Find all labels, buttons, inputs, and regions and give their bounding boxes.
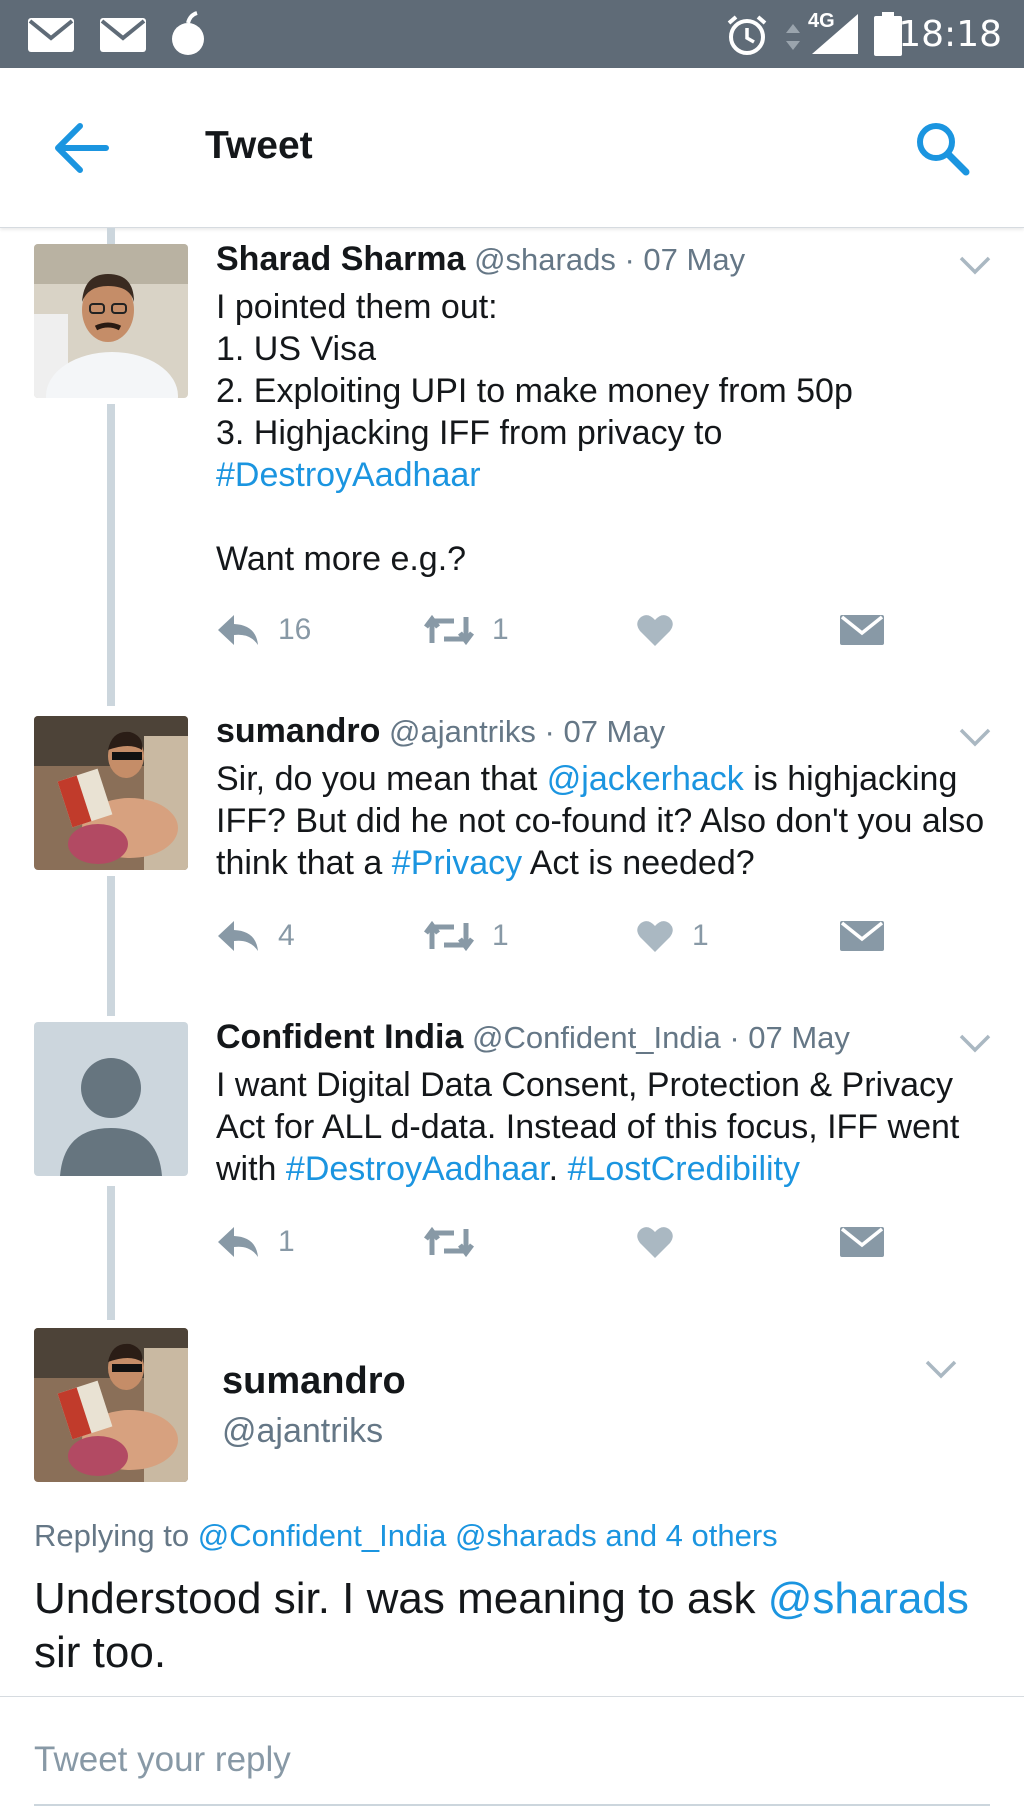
avatar[interactable] — [34, 716, 188, 870]
dm-button[interactable] — [840, 1220, 884, 1264]
author-name[interactable]: sumandro — [216, 712, 380, 750]
direct-message-icon — [840, 615, 884, 645]
app-header: Tweet — [0, 68, 1024, 228]
reply-button[interactable]: 16 — [216, 608, 311, 652]
reply-input-underline — [34, 1804, 990, 1806]
retweet-button[interactable] — [424, 1220, 492, 1264]
retweet-count: 1 — [492, 613, 509, 646]
retweet-button[interactable]: 1 — [424, 914, 509, 958]
reply-icon — [218, 615, 258, 645]
tweet-header: Confident India @Confident_India · 07 Ma… — [216, 1018, 850, 1057]
tweet-text: Sir, do you mean that @jackerhack is hig… — [216, 758, 1006, 884]
replying-label: Replying to — [34, 1518, 198, 1553]
page-title: Tweet — [205, 124, 313, 167]
retweet-count: 1 — [492, 919, 509, 952]
like-count: 1 — [692, 919, 709, 952]
tweet-line: Want more e.g.? — [216, 540, 467, 578]
like-button[interactable] — [636, 608, 692, 652]
retweet-icon — [424, 920, 474, 952]
tweet-date: · 07 May — [729, 1020, 850, 1055]
avatar[interactable] — [34, 1022, 188, 1176]
tweet-date: · 07 May — [544, 714, 666, 749]
replying-to-link[interactable]: @Confident_India @sharads and 4 others — [198, 1518, 778, 1553]
like-button[interactable] — [636, 1220, 692, 1264]
dm-button[interactable] — [840, 608, 884, 652]
avatar[interactable] — [34, 244, 188, 398]
search-button[interactable] — [912, 118, 972, 178]
author-handle[interactable]: @Confident_India — [472, 1020, 721, 1055]
tweet-text-part: Understood sir. I was meaning to ask — [34, 1574, 768, 1623]
reply-count: 1 — [278, 1225, 295, 1258]
direct-message-icon — [840, 1227, 884, 1257]
tweet-header: Sharad Sharma @sharads · 07 May — [216, 240, 745, 279]
focused-tweet-text: Understood sir. I was meaning to ask @sh… — [34, 1572, 1004, 1680]
tweet-actions: 1 — [216, 1220, 996, 1264]
chevron-down-icon[interactable] — [924, 1358, 958, 1380]
avatar[interactable] — [34, 1328, 188, 1482]
hashtag-link[interactable]: #DestroyAadhaar — [286, 1150, 549, 1188]
status-bar: 4G 18:18 — [0, 0, 1024, 68]
like-button[interactable]: 1 — [636, 914, 709, 958]
thread-line — [107, 404, 115, 706]
divider — [0, 1696, 1024, 1697]
tweet-line: I pointed them out: — [216, 288, 498, 326]
tweet-header: sumandro @ajantriks · 07 May — [216, 712, 665, 751]
reply-icon — [218, 1227, 258, 1257]
hashtag-link[interactable]: #DestroyAadhaar — [216, 456, 481, 494]
tweet-date: · 07 May — [624, 242, 746, 277]
tweet-text: I want Digital Data Consent, Protection … — [216, 1064, 1006, 1190]
reply-input[interactable]: Tweet your reply — [34, 1740, 291, 1780]
author-handle[interactable]: @ajantriks — [389, 714, 536, 749]
arrow-left-icon — [55, 123, 109, 173]
back-button[interactable] — [52, 120, 112, 176]
author-name[interactable]: Confident India — [216, 1018, 463, 1056]
retweet-icon — [424, 614, 474, 646]
tweet-text-part: sir too. — [34, 1628, 167, 1677]
mail-icon — [100, 18, 146, 52]
direct-message-icon — [840, 921, 884, 951]
tweet-text: I pointed them out: 1. US Visa 2. Exploi… — [216, 286, 1006, 580]
heart-icon — [637, 1227, 673, 1258]
replying-to: Replying to @Confident_India @sharads an… — [34, 1518, 778, 1554]
alarm-icon — [727, 15, 767, 55]
author-name[interactable]: Sharad Sharma — [216, 240, 465, 278]
hashtag-link[interactable]: #LostCredibility — [568, 1150, 800, 1188]
mention-link[interactable]: @sharads — [768, 1574, 969, 1623]
reply-button[interactable]: 4 — [216, 914, 295, 958]
reply-button[interactable]: 1 — [216, 1220, 295, 1264]
retweet-icon — [424, 1226, 474, 1258]
thread-line — [107, 1186, 115, 1320]
tweet-actions: 16 1 — [216, 608, 996, 652]
tweet-text-part: . — [548, 1150, 568, 1188]
heart-icon — [637, 921, 673, 952]
reply-count: 4 — [278, 919, 295, 952]
heart-icon — [637, 615, 673, 646]
thread-line — [107, 876, 115, 1016]
signal-icon — [812, 14, 858, 54]
search-icon — [917, 123, 970, 176]
reply-count: 16 — [278, 613, 312, 646]
reply-icon — [218, 921, 258, 951]
data-arrows-icon — [786, 24, 800, 50]
hashtag-link[interactable]: #Privacy — [392, 844, 522, 882]
clock: 18:18 — [898, 14, 1002, 55]
tweet-text-part: Sir, do you mean that — [216, 760, 547, 798]
author-name[interactable]: sumandro — [222, 1360, 406, 1403]
mail-icon — [28, 18, 74, 52]
author-handle[interactable]: @ajantriks — [222, 1412, 383, 1451]
thread-line — [107, 228, 115, 244]
author-handle[interactable]: @sharads — [474, 242, 616, 277]
app-notification-icon — [172, 11, 204, 55]
mention-link[interactable]: @jackerhack — [547, 760, 744, 798]
dm-button[interactable] — [840, 914, 884, 958]
chevron-down-icon[interactable] — [958, 254, 992, 276]
tweet-text-part: Act is needed? — [522, 844, 755, 882]
chevron-down-icon[interactable] — [958, 726, 992, 748]
chevron-down-icon[interactable] — [958, 1032, 992, 1054]
retweet-button[interactable]: 1 — [424, 608, 509, 652]
tweet-line: 3. Highjacking IFF from privacy to — [216, 414, 723, 452]
tweet-actions: 4 1 1 — [216, 914, 996, 958]
tweet-line: 2. Exploiting UPI to make money from 50p — [216, 372, 853, 410]
tweet-line: 1. US Visa — [216, 330, 377, 368]
